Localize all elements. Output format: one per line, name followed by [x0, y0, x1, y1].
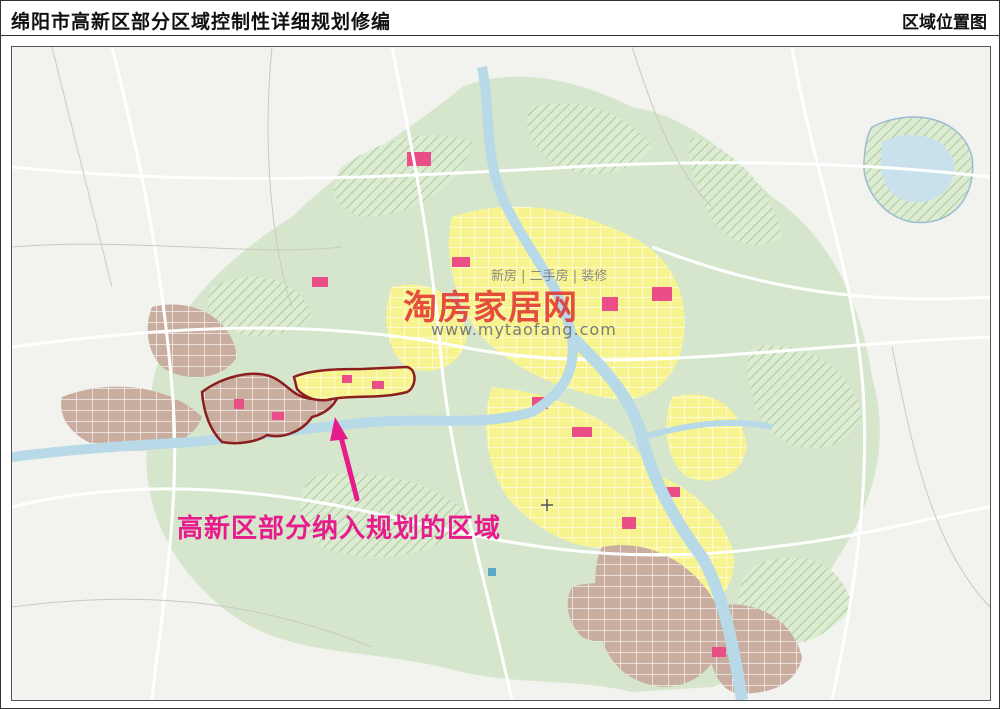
commercial-block	[602, 297, 618, 311]
commercial-block	[407, 152, 431, 166]
commercial-block	[712, 647, 726, 657]
location-map[interactable]	[11, 46, 991, 701]
commercial-block	[372, 381, 384, 389]
commercial-block	[342, 375, 352, 383]
title-bar: 绵阳市高新区部分区域控制性详细规划修编 区域位置图	[1, 1, 999, 36]
watermark-url: www.mytaofang.com	[431, 320, 617, 339]
map-frame: 绵阳市高新区部分区域控制性详细规划修编 区域位置图 新房 | 二手房 | 装修 …	[0, 0, 1000, 709]
commercial-block	[312, 277, 328, 287]
map-type-label: 区域位置图	[902, 13, 987, 33]
commercial-block	[452, 257, 470, 267]
commercial-block	[572, 427, 592, 437]
planning-area-east	[292, 365, 416, 402]
planning-area-annotation: 高新区部分纳入规划的区域	[177, 514, 502, 544]
commercial-block	[622, 517, 636, 529]
commercial-block	[272, 412, 284, 420]
map-canvas	[12, 47, 990, 700]
page-title: 绵阳市高新区部分区域控制性详细规划修编	[11, 11, 392, 33]
landmark-icon	[488, 568, 496, 576]
commercial-block	[652, 287, 672, 301]
commercial-block	[234, 399, 244, 409]
